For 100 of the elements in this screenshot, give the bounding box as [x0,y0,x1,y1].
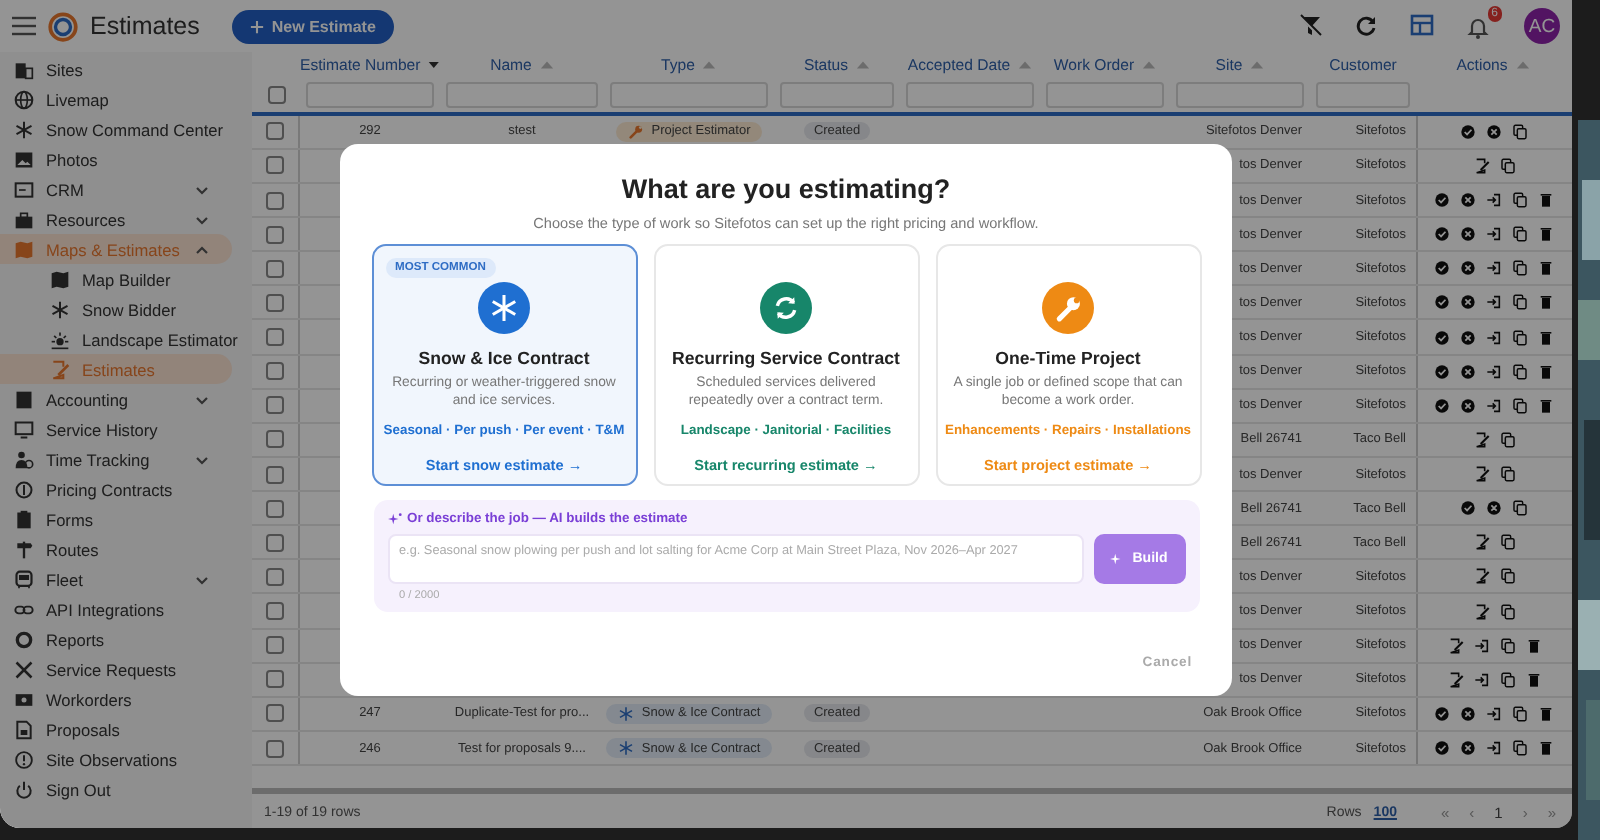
check-circle-icon[interactable] [1434,740,1450,757]
x-circle-icon[interactable] [1460,192,1476,209]
trash-icon[interactable] [1538,226,1554,243]
row-checkbox[interactable] [266,430,284,449]
sidebar-item[interactable]: Reports [0,624,232,654]
row-checkbox[interactable] [266,465,284,484]
select-all-checkbox[interactable] [267,85,285,104]
sidebar-item[interactable]: Site Observations [0,744,232,774]
sidebar-item[interactable]: Proposals [0,714,232,744]
sidebar-item[interactable]: Sign Out [0,774,232,804]
x-circle-icon[interactable] [1460,363,1476,380]
arrow-into-box-icon[interactable] [1486,740,1502,757]
x-circle-icon[interactable] [1460,705,1476,722]
trash-icon[interactable] [1538,363,1554,380]
row-checkbox[interactable] [266,396,284,415]
x-circle-icon[interactable] [1460,329,1476,346]
check-circle-icon[interactable] [1434,226,1450,243]
trash-icon[interactable] [1538,294,1554,311]
arrow-into-box-icon[interactable] [1473,637,1489,654]
menu-icon[interactable] [12,16,36,36]
sidebar-item[interactable]: CRM [0,174,232,204]
row-checkbox[interactable] [266,156,284,175]
arrow-into-box-icon[interactable] [1486,294,1502,311]
edit-icon[interactable] [1473,466,1489,483]
sidebar-item[interactable]: Time Tracking [0,444,232,474]
edit-icon[interactable] [1473,157,1489,174]
trash-icon[interactable] [1538,740,1554,757]
check-circle-icon[interactable] [1434,260,1450,277]
check-circle-icon[interactable] [1460,123,1476,140]
sidebar-item[interactable]: Fleet [0,564,232,594]
arrow-into-box-icon[interactable] [1486,363,1502,380]
arrow-into-box-icon[interactable] [1486,226,1502,243]
check-circle-icon[interactable] [1434,294,1450,311]
x-circle-icon[interactable] [1460,226,1476,243]
arrow-into-box-icon[interactable] [1486,260,1502,277]
trash-icon[interactable] [1538,260,1554,277]
row-checkbox[interactable] [266,191,284,210]
scrollbar[interactable] [252,788,1572,795]
row-checkbox[interactable] [266,362,284,381]
x-circle-icon[interactable] [1460,260,1476,277]
check-circle-icon[interactable] [1434,192,1450,209]
row-checkbox[interactable] [266,225,284,244]
edit-icon[interactable] [1473,431,1489,448]
row-checkbox[interactable] [266,704,284,723]
row-checkbox[interactable] [266,259,284,278]
row-checkbox[interactable] [266,122,284,141]
sidebar-item[interactable]: Pricing Contracts [0,474,232,504]
check-circle-icon[interactable] [1434,705,1450,722]
sidebar-item[interactable]: Resources [0,204,232,234]
table-settings-icon[interactable] [1410,14,1434,38]
new-estimate-button[interactable]: New Estimate [231,9,394,43]
sidebar-item[interactable]: Routes [0,534,232,564]
edit-icon[interactable] [1447,671,1463,688]
trash-icon[interactable] [1538,397,1554,414]
x-circle-icon[interactable] [1460,294,1476,311]
trash-icon[interactable] [1538,329,1554,346]
arrow-into-box-icon[interactable] [1473,671,1489,688]
copy-icon[interactable] [1512,740,1528,757]
arrow-into-box-icon[interactable] [1486,192,1502,209]
x-circle-icon[interactable] [1486,500,1502,517]
row-checkbox[interactable] [266,670,284,689]
x-circle-icon[interactable] [1460,397,1476,414]
arrow-into-box-icon[interactable] [1486,705,1502,722]
sidebar-item[interactable]: Forms [0,504,232,534]
filter-off-icon[interactable] [1298,14,1322,38]
sidebar-item[interactable]: Snow Command Center [0,114,232,144]
sidebar-item[interactable]: Snow Bidder [0,294,232,324]
sidebar-item[interactable]: Map Builder [0,264,232,294]
sidebar-item[interactable]: API Integrations [0,594,232,624]
sidebar-item[interactable]: Photos [0,144,232,174]
row-checkbox[interactable] [266,602,284,621]
sidebar-item[interactable]: Sites [0,54,232,84]
user-avatar[interactable]: AC [1524,8,1560,44]
sidebar-item[interactable]: Workorders [0,684,232,714]
x-circle-icon[interactable] [1486,123,1502,140]
edit-icon[interactable] [1473,534,1489,551]
x-circle-icon[interactable] [1460,740,1476,757]
arrow-into-box-icon[interactable] [1486,397,1502,414]
sidebar-item[interactable]: Service Requests [0,654,232,684]
sidebar-item[interactable]: Livemap [0,84,232,114]
refresh-icon[interactable] [1354,14,1378,38]
row-checkbox[interactable] [266,567,284,586]
row-checkbox[interactable] [266,293,284,312]
check-circle-icon[interactable] [1434,329,1450,346]
check-circle-icon[interactable] [1434,397,1450,414]
check-circle-icon[interactable] [1460,500,1476,517]
trash-icon[interactable] [1538,192,1554,209]
arrow-into-box-icon[interactable] [1486,329,1502,346]
row-checkbox[interactable] [266,499,284,518]
check-circle-icon[interactable] [1434,363,1450,380]
trash-icon[interactable] [1525,671,1541,688]
row-checkbox[interactable] [266,636,284,655]
sidebar-item[interactable]: Service History [0,414,232,444]
trash-icon[interactable] [1538,705,1554,722]
edit-icon[interactable] [1473,568,1489,585]
edit-icon[interactable] [1447,637,1463,654]
sort-descending-icon[interactable] [428,59,440,70]
bell-icon[interactable] [1466,16,1490,40]
row-checkbox[interactable] [266,533,284,552]
row-checkbox[interactable] [266,328,284,347]
